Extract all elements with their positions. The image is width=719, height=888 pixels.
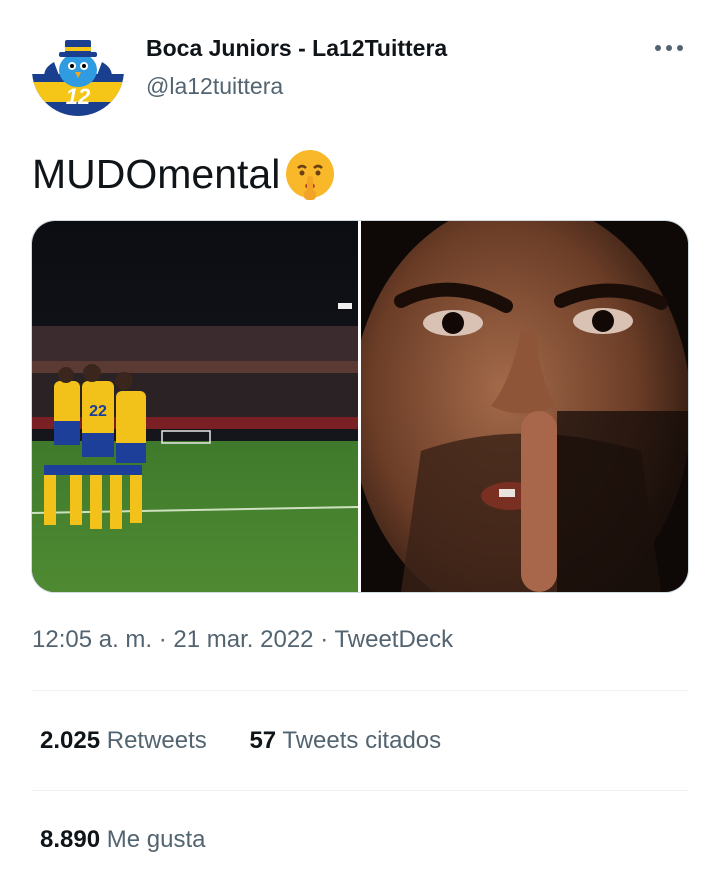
tweet-date[interactable]: 21 mar. 2022 bbox=[173, 626, 313, 653]
tweet-time[interactable]: 12:05 a. m. bbox=[32, 626, 152, 653]
more-dots-icon bbox=[655, 45, 683, 51]
tweet-client[interactable]: TweetDeck bbox=[334, 626, 453, 653]
more-options-button[interactable] bbox=[646, 30, 692, 66]
retweets-stat[interactable]: 2.025 Retweets bbox=[40, 727, 207, 755]
quotes-count: 57 bbox=[249, 727, 277, 754]
svg-text:22: 22 bbox=[89, 403, 107, 420]
stats-row: 2.025 Retweets 57 Tweets citados bbox=[40, 727, 477, 755]
likes-count: 8.890 bbox=[40, 826, 101, 853]
quotes-stat[interactable]: 57 Tweets citados bbox=[249, 727, 441, 755]
meta-separator: · bbox=[320, 626, 329, 653]
boca-bird-avatar-icon: 12 bbox=[30, 22, 126, 118]
retweets-label: Retweets bbox=[106, 727, 207, 754]
tweet-meta: 12:05 a. m. · 21 mar. 2022 · TweetDeck bbox=[32, 626, 453, 654]
divider bbox=[31, 790, 688, 791]
tweet-media[interactable]: 22 bbox=[31, 220, 689, 593]
svg-text:12: 12 bbox=[66, 84, 91, 109]
tweet-text-content: MUDOmental bbox=[32, 150, 281, 197]
football-celebration-image: 22 bbox=[32, 221, 358, 592]
meta-separator: · bbox=[158, 626, 167, 653]
author-handle[interactable]: @la12tuittera bbox=[146, 73, 283, 100]
media-right-image[interactable] bbox=[361, 221, 688, 592]
retweets-count: 2.025 bbox=[40, 727, 101, 754]
likes-stat[interactable]: 8.890 Me gusta bbox=[40, 826, 205, 854]
author-display-name[interactable]: Boca Juniors - La12Tuittera bbox=[146, 35, 447, 62]
likes-row: 8.890 Me gusta bbox=[40, 826, 241, 854]
media-left-image[interactable]: 22 bbox=[32, 221, 358, 592]
quotes-label: Tweets citados bbox=[282, 727, 442, 754]
shushing-face-emoji-icon bbox=[286, 150, 335, 200]
author-avatar[interactable]: 12 bbox=[30, 22, 126, 118]
tweet-text: MUDOmental bbox=[32, 146, 338, 202]
divider bbox=[31, 690, 688, 691]
man-shushing-image bbox=[361, 221, 688, 592]
likes-label: Me gusta bbox=[106, 826, 206, 853]
